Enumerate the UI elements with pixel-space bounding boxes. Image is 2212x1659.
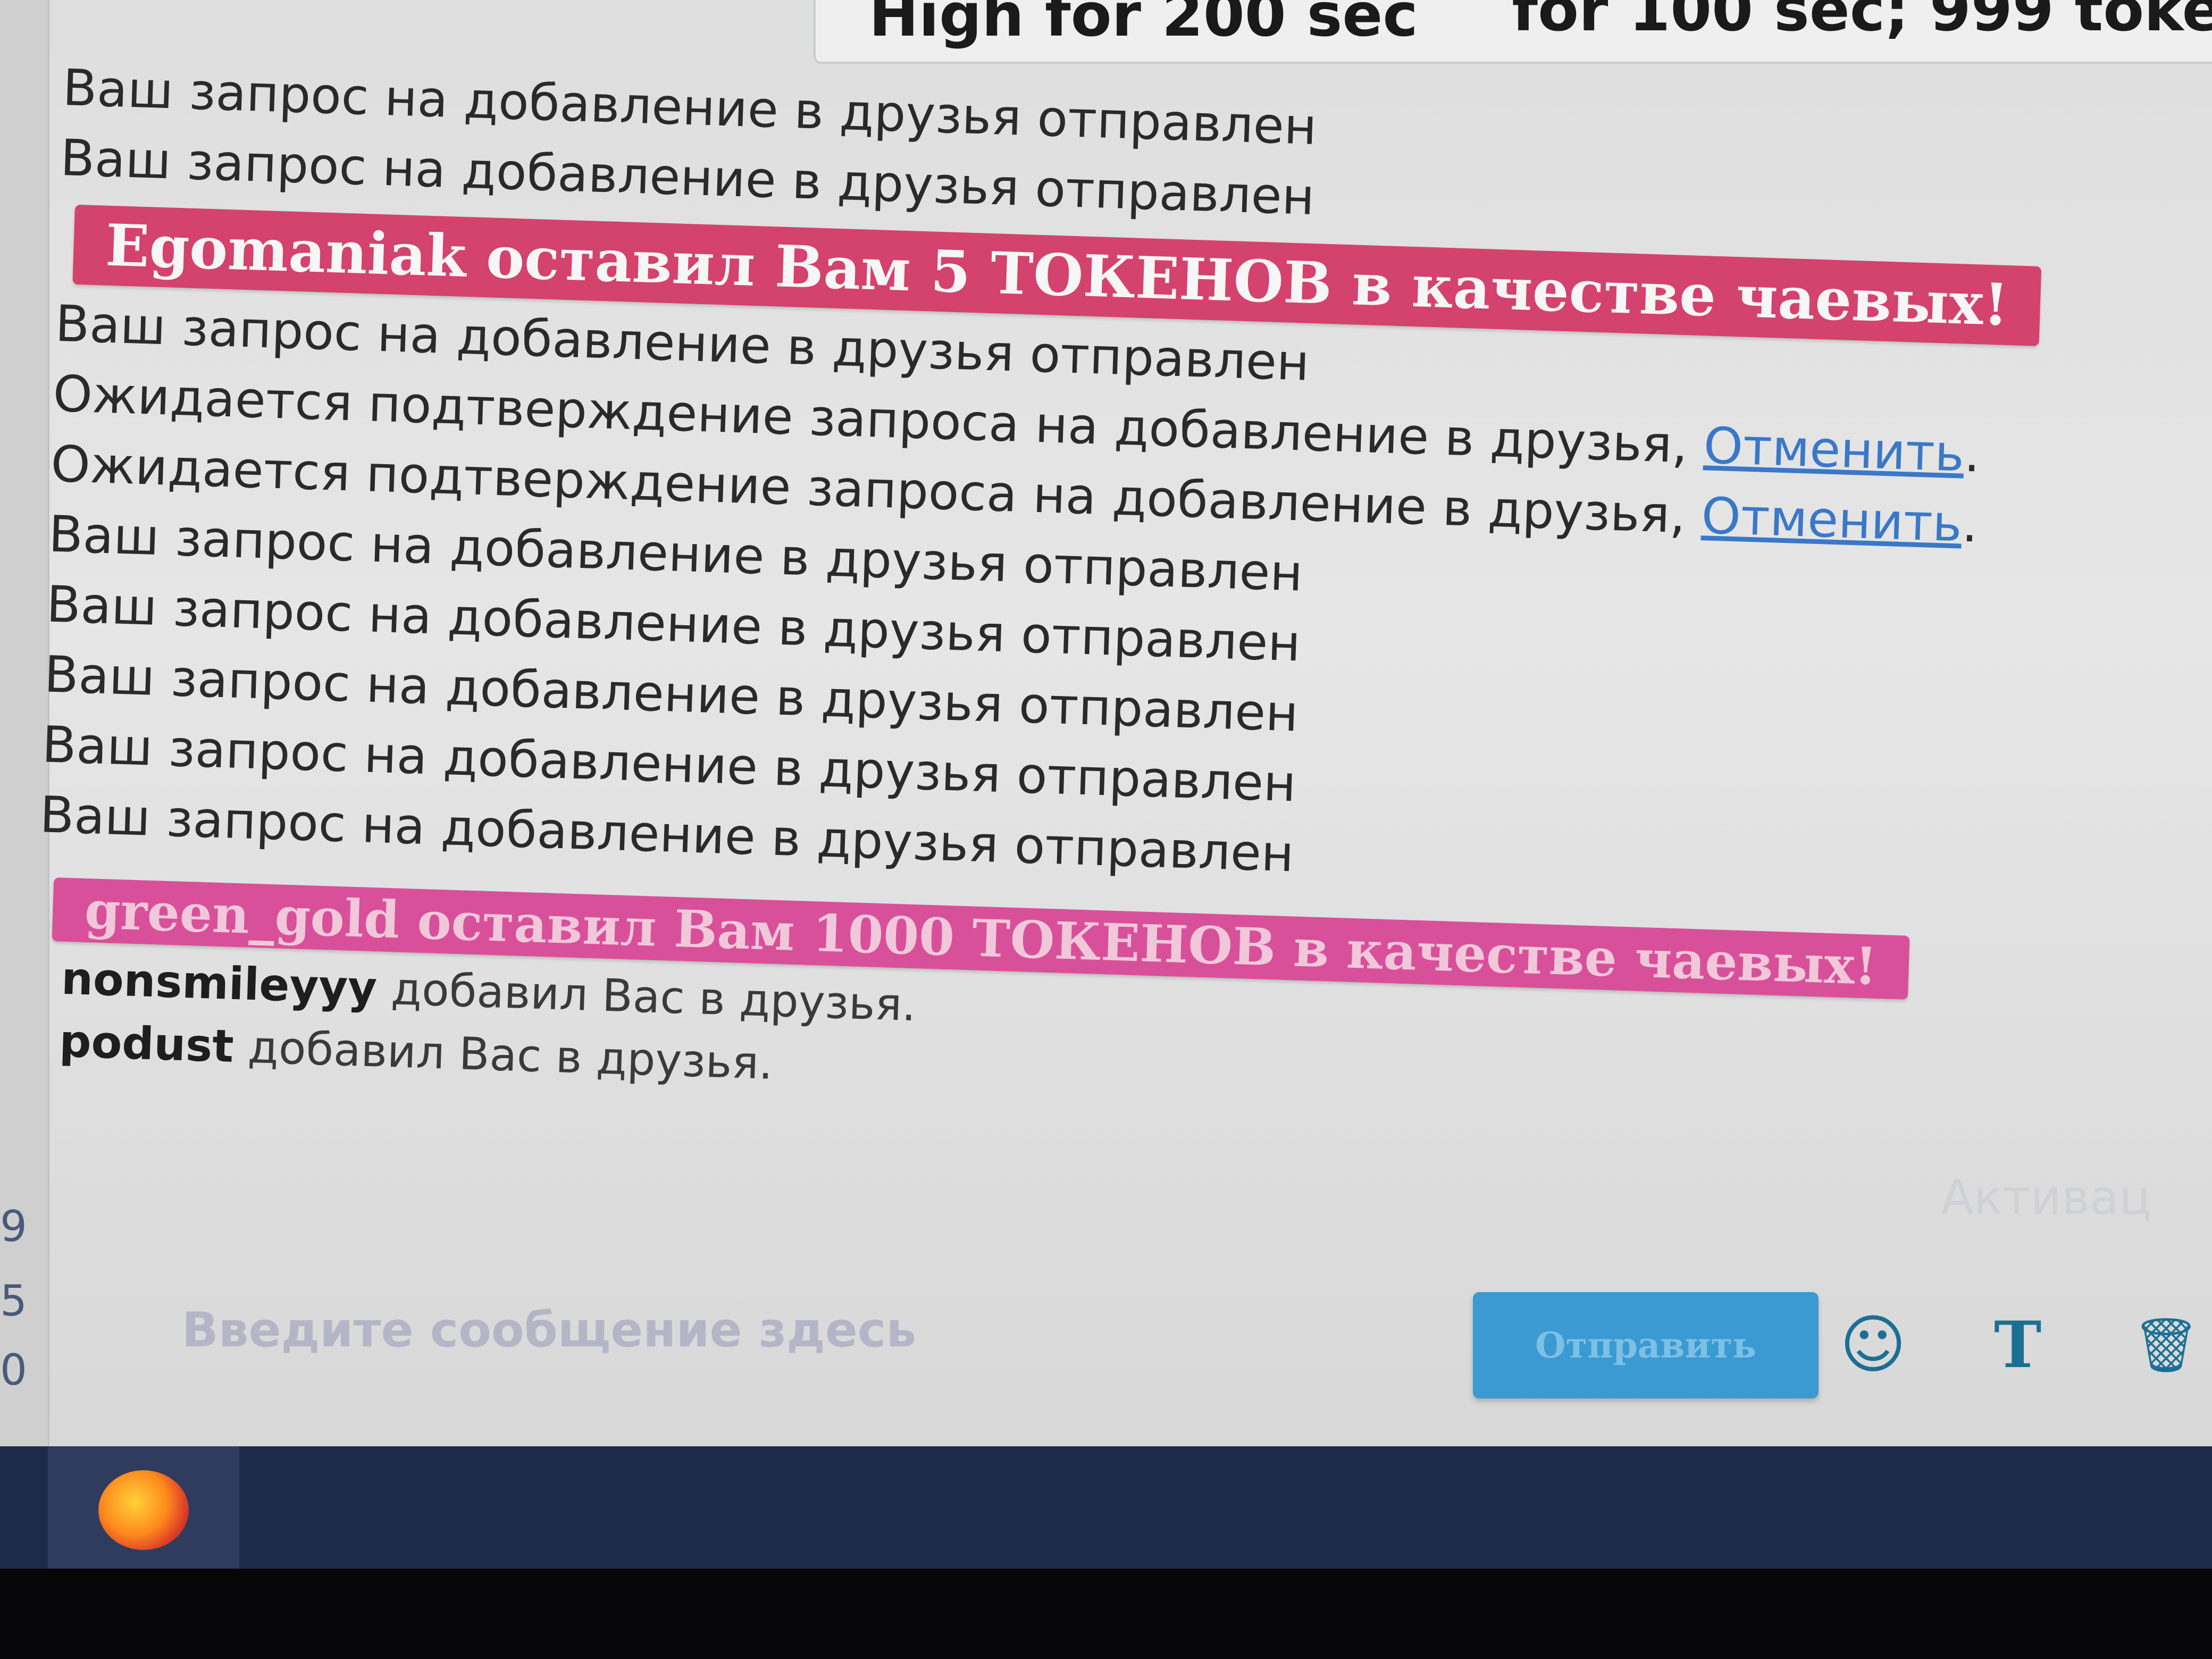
message-input[interactable] (181, 1292, 1512, 1368)
cancel-request-link[interactable]: Отменить (1700, 487, 1963, 553)
room-subject-right: for 100 sec; 999 tokens (1512, 0, 2212, 45)
activation-watermark: Активац (1941, 1170, 2152, 1226)
trash-icon[interactable]: 🗑 (2132, 1308, 2200, 1382)
friend-username[interactable]: nonsmileyyy (61, 952, 378, 1015)
cancel-request-link[interactable]: Отменить (1703, 417, 1965, 483)
message-composer: Отправить ☺ T 🗑 (85, 1260, 2200, 1436)
pending-request-end: . (1963, 425, 1981, 484)
friend-added-text: добавил Вас в друзья. (376, 962, 917, 1032)
friend-username[interactable]: podust (58, 1015, 234, 1073)
taskbar-item-firefox[interactable] (48, 1446, 239, 1569)
left-edge-digit: 9 (0, 1202, 27, 1251)
emoji-icon[interactable]: ☺ (1840, 1308, 1906, 1382)
left-edge-digit: 5 (0, 1276, 27, 1326)
left-edge-digit: 0 (0, 1345, 27, 1395)
friend-added-text: добавил Вас в друзья. (232, 1020, 774, 1090)
monitor-bezel (0, 1569, 2212, 1659)
send-button[interactable]: Отправить (1473, 1292, 1819, 1398)
taskbar (0, 1446, 2212, 1569)
screen: 9 5 0 High for 200 sec for 100 sec; 999 … (0, 0, 2212, 1569)
pending-request-end: . (1961, 495, 1979, 554)
room-subject-left: High for 200 sec (869, 0, 1418, 50)
room-subject-panel: High for 200 sec for 100 sec; 999 tokens (814, 0, 2212, 64)
chat-log: Ваш запрос на добавление в друзья отправ… (32, 53, 2083, 1135)
firefox-icon (98, 1470, 189, 1550)
font-style-icon[interactable]: T (1994, 1308, 2041, 1382)
left-edge-panel: 9 5 0 (0, 0, 49, 1457)
